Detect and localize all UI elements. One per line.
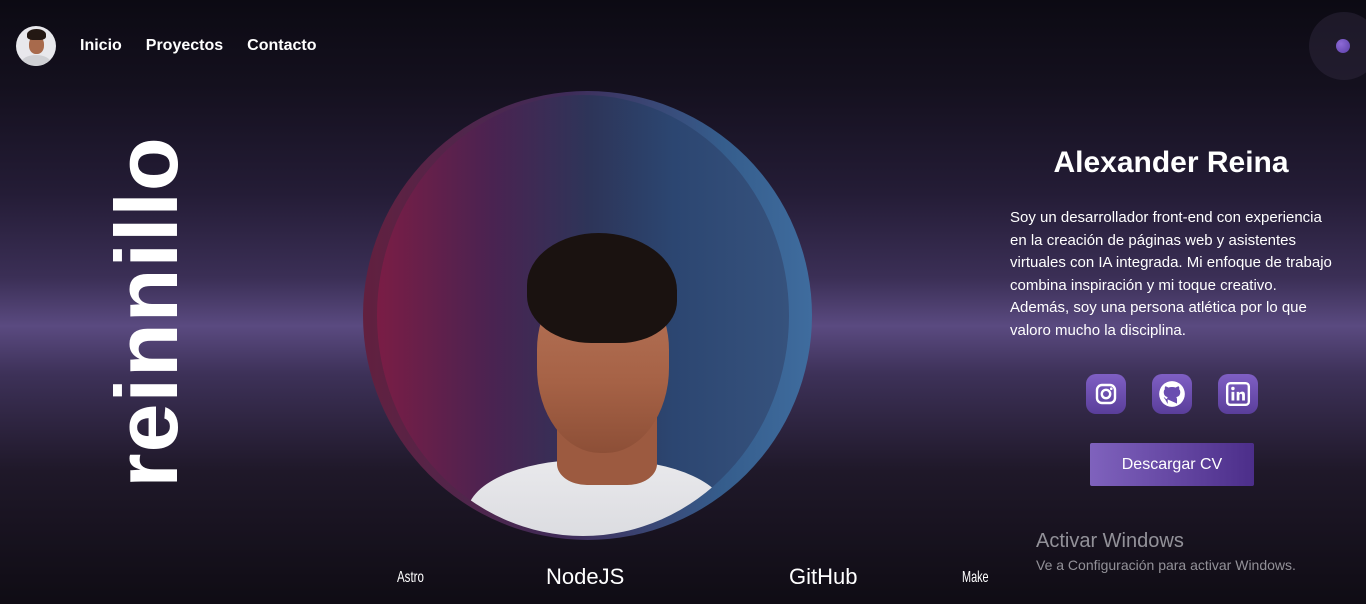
tech-nodejs: NodeJS — [546, 564, 625, 589]
github-icon — [1159, 381, 1185, 407]
nav-link-inicio[interactable]: Inicio — [80, 37, 122, 55]
watermark-subtitle: Ve a Configuración para activar Windows. — [1036, 557, 1296, 573]
instagram-button[interactable] — [1086, 374, 1126, 414]
profile-portrait — [363, 91, 812, 540]
top-navigation: Inicio Proyectos Contacto — [16, 26, 340, 66]
photo-hair — [527, 233, 677, 343]
instagram-icon — [1095, 383, 1117, 405]
windows-activation-watermark: Activar Windows Ve a Configuración para … — [1036, 530, 1296, 573]
avatar-shirt — [21, 55, 51, 66]
theme-toggle-button[interactable] — [1309, 12, 1366, 80]
github-button[interactable] — [1152, 374, 1192, 414]
tech-github: GitHub — [789, 564, 858, 589]
tech-astro: Astro — [397, 569, 424, 586]
tech-make: Make — [962, 569, 989, 586]
avatar-hair — [27, 29, 46, 40]
linkedin-button[interactable] — [1218, 374, 1258, 414]
nav-link-proyectos[interactable]: Proyectos — [146, 37, 223, 55]
profile-name: Alexander Reina — [1053, 146, 1289, 179]
profile-bio: Soy un desarrollador front-end con exper… — [1010, 209, 1332, 339]
linkedin-icon — [1225, 381, 1251, 407]
watermark-title: Activar Windows — [1036, 530, 1184, 552]
theme-dot-icon — [1336, 39, 1350, 53]
social-links — [1086, 374, 1258, 414]
brand-vertical-text: reinnillo — [97, 136, 196, 488]
download-cv-button[interactable]: Descargar CV — [1090, 443, 1254, 486]
nav-link-contacto[interactable]: Contacto — [247, 37, 316, 55]
portrait-photo — [377, 95, 789, 536]
avatar[interactable] — [16, 26, 56, 66]
